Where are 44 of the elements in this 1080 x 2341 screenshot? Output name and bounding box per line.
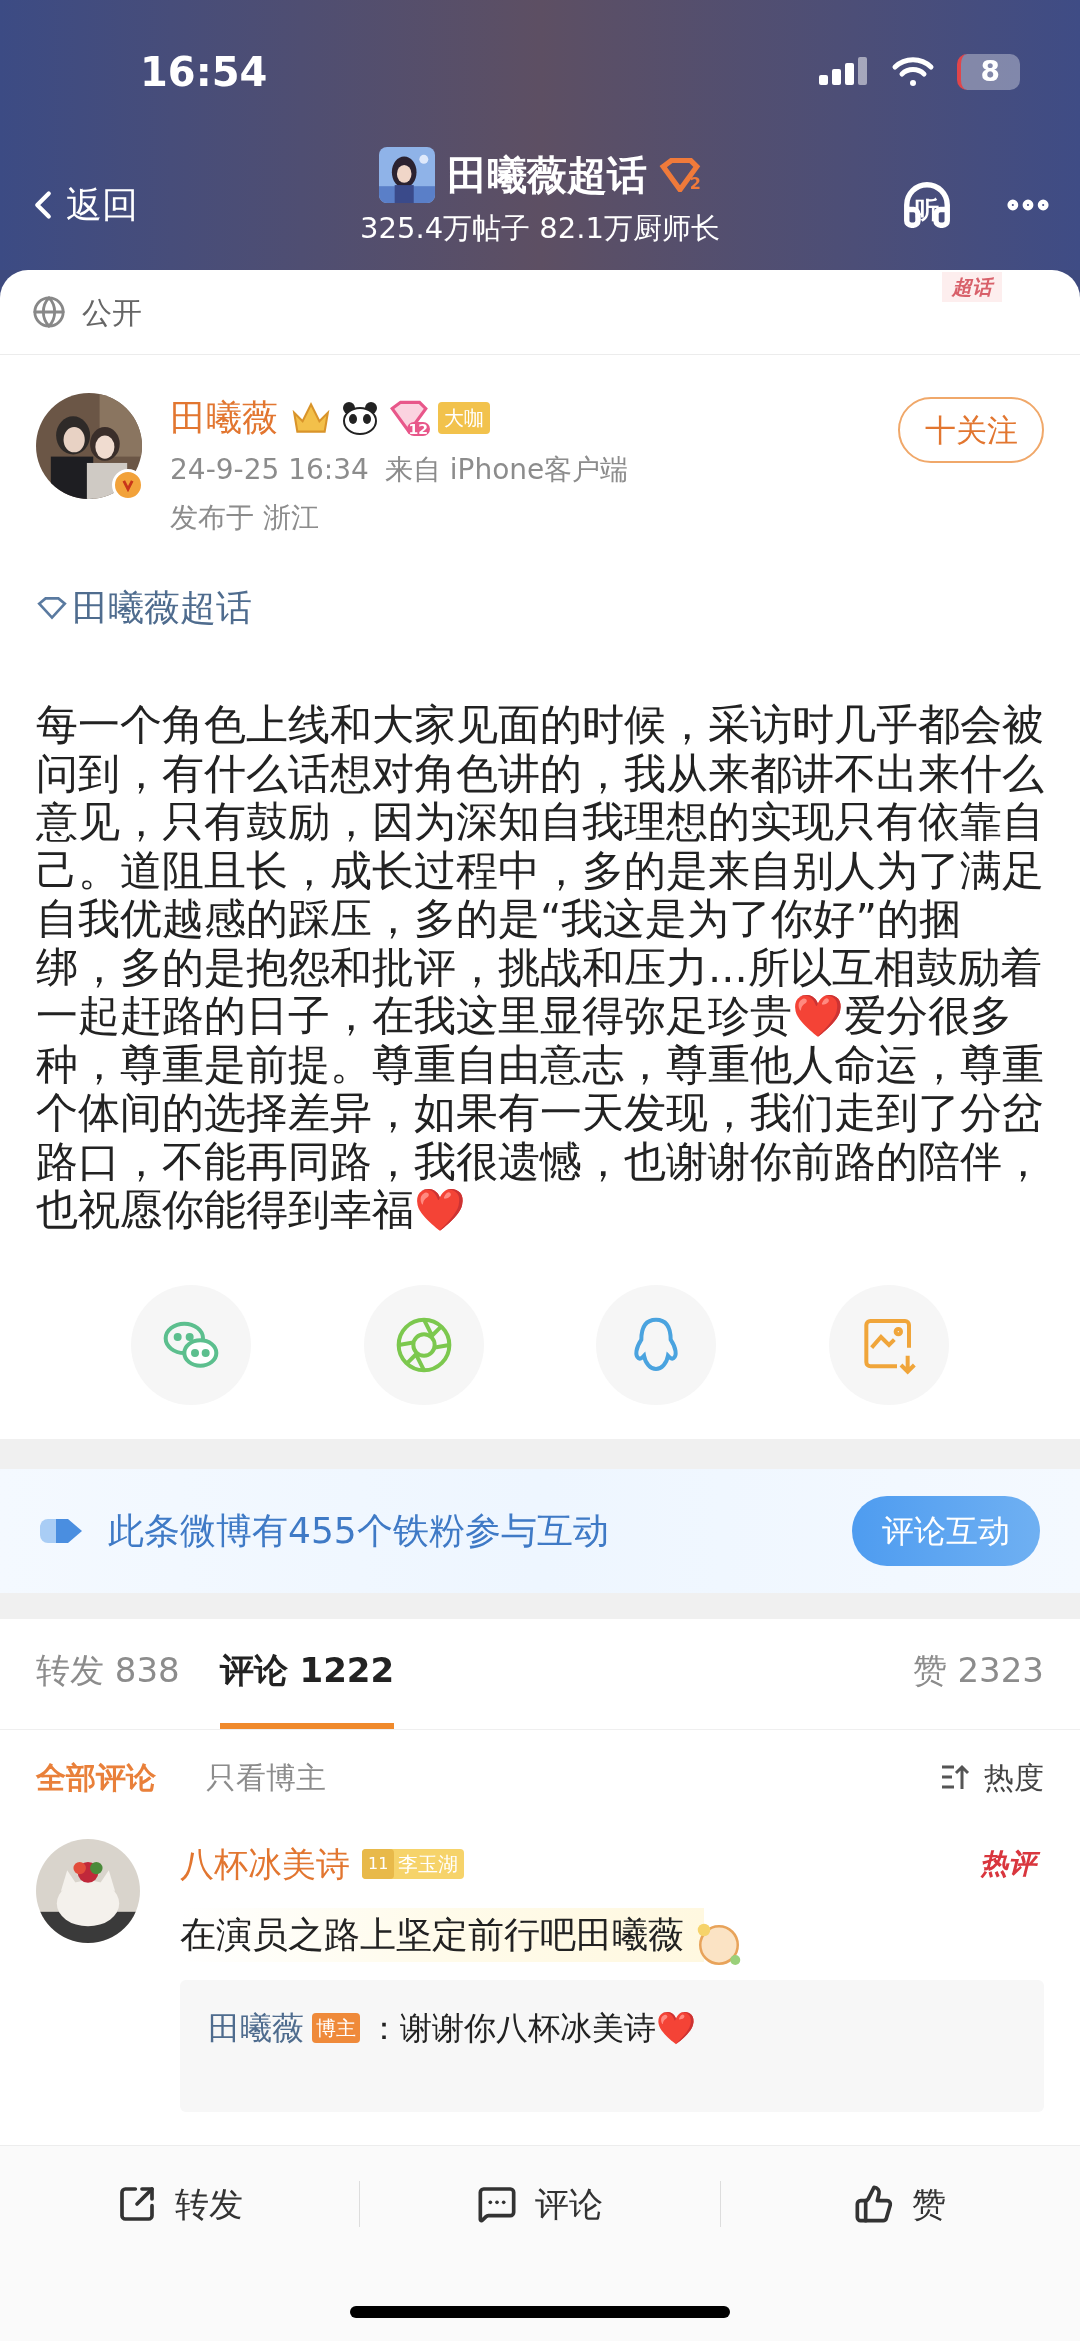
visibility-label: 公开 (82, 293, 142, 332)
crown-icon (290, 400, 332, 436)
likes-count[interactable]: 赞 2323 (912, 1618, 1044, 1729)
action-button[interactable]: 评论 (477, 2178, 603, 2230)
filter-option[interactable]: 全部评论 (36, 1754, 156, 1800)
author-name: 田曦薇 (170, 396, 278, 440)
comment-icon (477, 2184, 517, 2224)
tab[interactable]: 评论 1222 (219, 1618, 395, 1729)
tab[interactable]: 转发 838 (36, 1618, 180, 1729)
thumbs-up-icon (854, 2184, 895, 2224)
author-tag: 博主 (312, 2012, 360, 2043)
globe-icon (32, 295, 66, 329)
user-tag: 大咖 (438, 402, 490, 434)
comment-text: 在演员之路上坚定前行吧田曦薇 (180, 1907, 704, 1962)
reply-author[interactable]: 田曦薇 (208, 2003, 304, 2052)
sort-icon (940, 1763, 972, 1791)
diamond-icon (36, 596, 68, 620)
gem-badge: 12 (388, 400, 430, 436)
fans-icon (40, 1516, 84, 1545)
level-badge: 2 (659, 158, 701, 193)
back-button[interactable]: 返回 (26, 178, 256, 232)
sort-button[interactable]: 热度 (940, 1754, 1044, 1800)
fan-badge: 11 李玉湖 (362, 1849, 465, 1879)
action-button[interactable]: 赞 (854, 2178, 947, 2230)
status-time: 16:54 (140, 48, 268, 97)
post-source: 来自 iPhone客户端 (384, 452, 629, 488)
topic-title: 田曦薇超话 (447, 151, 647, 201)
battery-level: 8 (980, 54, 1000, 90)
topic-stats: 325.4万帖子 82.1万厨师长 (360, 210, 720, 248)
corner-tag: 超话 (942, 272, 1002, 302)
topic-link[interactable]: 田曦薇超话 (36, 581, 252, 635)
post-time: 24-9-25 16:34 (170, 452, 369, 488)
hot-comment-tag: 热评 (972, 1844, 1044, 1884)
commenter-name: 八杯冰美诗 (180, 1842, 350, 1886)
follow-button[interactable]: 十关注 (898, 397, 1044, 463)
wifi-icon (890, 56, 935, 88)
reply-text: ：谢谢你八杯冰美诗❤ (368, 2007, 696, 2049)
post-body: 每一个角色上线和大家见面的时候，采访时几乎都会被问到，有什么话想对角色讲的，我从来都讲不出来什么意见，只有鼓励，因为深知自我理想的实现只有依靠自己。道阻且长，成长过程中，多的是来自别人为了满足自我优越感的踩压，多的是“我这是为了你好”的捆绑，多的是抱怨和批评，挑战和压力...所以互相鼓励着一起赶路的日子，在我这里显得弥足珍贵❤爱分很多种，尊重是前提。尊重自由意志，尊重他人命运，尊重个体间的选择差异，如果有一天发现，我们走到了分岔路口，不能再同路，我很遗憾，也谢谢你前路的陪伴，也祝愿你能得到幸福❤ (35, 701, 1045, 1235)
action-button[interactable]: 转发 (116, 2178, 243, 2230)
filter-option[interactable]: 只看博主 (206, 1754, 326, 1800)
panda-icon (340, 400, 380, 436)
fans-text: 此条微博有455个铁粉参与互动 (108, 1508, 610, 1553)
post-location: 发布于 浙江 (170, 500, 320, 536)
signal-icon (818, 57, 869, 87)
